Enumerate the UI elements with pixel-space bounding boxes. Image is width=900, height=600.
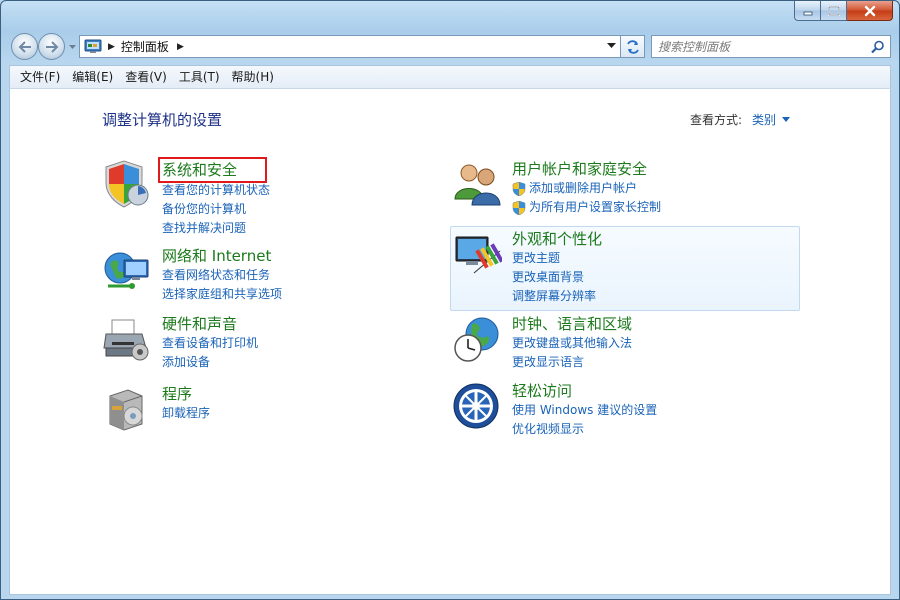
link-network-status[interactable]: 查看网络状态和任务 [162,266,442,285]
category-text: 程序 卸载程序 [162,384,442,423]
clock-globe-icon[interactable] [452,314,502,364]
breadcrumb-separator-icon[interactable]: ▶ [108,42,115,52]
chevron-down-icon [68,44,76,49]
link-change-theme[interactable]: 更改主题 [512,249,792,268]
arrow-right-icon [45,40,58,53]
menu-tools[interactable]: 工具(T) [173,66,226,88]
category-title-network[interactable]: 网络和 Internet [160,246,273,266]
link-desktop-background[interactable]: 更改桌面背景 [512,268,792,287]
link-add-device[interactable]: 添加设备 [162,353,442,372]
printer-icon[interactable] [102,314,152,364]
restore-icon [827,5,840,16]
minimize-icon [803,11,812,15]
close-icon [864,5,875,16]
menu-edit[interactable]: 编辑(E) [66,66,119,88]
link-label: 为所有用户设置家长控制 [529,200,662,214]
forward-button[interactable] [38,33,65,60]
menu-help[interactable]: 帮助(H) [226,66,280,88]
view-by-dropdown[interactable]: 类别 [752,111,776,128]
back-button[interactable] [11,33,38,60]
link-troubleshoot[interactable]: 查找并解决问题 [162,219,442,238]
link-display-language[interactable]: 更改显示语言 [512,353,792,372]
link-label: 添加或删除用户帐户 [529,181,638,195]
link-uninstall[interactable]: 卸载程序 [162,404,442,423]
shield-icon[interactable] [102,159,152,209]
link-add-remove-users[interactable]: 添加或删除用户帐户 [512,179,792,198]
view-by-label: 查看方式: [689,113,742,127]
menu-file[interactable]: 文件(F) [14,66,66,88]
breadcrumb-separator-icon[interactable]: ▶ [177,42,184,52]
link-view-status[interactable]: 查看您的计算机状态 [162,181,442,200]
category-title-users[interactable]: 用户帐户和家庭安全 [510,159,649,179]
menu-view[interactable]: 查看(V) [119,66,173,88]
ease-of-access-icon[interactable] [452,381,502,431]
search-icon[interactable] [871,40,885,54]
users-icon[interactable] [452,159,502,209]
close-button[interactable] [847,1,893,21]
link-devices-printers[interactable]: 查看设备和打印机 [162,334,442,353]
uac-shield-icon [512,200,526,215]
category-text: 硬件和声音 查看设备和打印机 添加设备 [162,314,442,372]
control-panel-icon [84,39,102,53]
breadcrumb-control-panel[interactable]: 控制面板 [121,38,169,55]
category-title-hardware[interactable]: 硬件和声音 [160,314,239,334]
category-text: 轻松访问 使用 Windows 建议的设置 优化视频显示 [512,381,792,439]
caption-buttons [794,1,893,21]
monitor-palette-icon[interactable] [452,229,502,279]
control-panel-window: ▶ 控制面板 ▶ 文件(F) 编辑(E) 查看(V) 工具(T) 帮助(H) 调… [0,0,900,600]
chevron-down-icon[interactable] [782,116,790,123]
category-text: 网络和 Internet 查看网络状态和任务 选择家庭组和共享选项 [162,246,442,304]
chevron-down-icon[interactable] [607,41,616,50]
category-title-ease-of-access[interactable]: 轻松访问 [510,381,574,401]
programs-box-icon[interactable] [102,384,152,434]
network-globe-icon[interactable] [102,246,152,296]
page-title: 调整计算机的设置 [102,111,223,129]
arrow-left-icon [18,40,31,53]
refresh-button[interactable] [621,35,645,58]
content-pane: 调整计算机的设置 查看方式: 类别 系统和安全 查看您的计算机状态 备份您的计算… [9,89,891,595]
category-title-system-security[interactable]: 系统和安全 [157,157,268,183]
refresh-icon [626,39,639,54]
search-box[interactable] [651,35,891,58]
view-by: 查看方式: 类别 [690,111,790,128]
link-backup[interactable]: 备份您的计算机 [162,200,442,219]
category-title-clock-language[interactable]: 时钟、语言和区域 [510,314,634,334]
uac-shield-icon [512,181,526,196]
link-change-keyboard[interactable]: 更改键盘或其他输入法 [512,334,792,353]
recent-pages-dropdown[interactable] [67,41,77,53]
category-title-programs[interactable]: 程序 [160,384,194,404]
category-text: 系统和安全 查看您的计算机状态 备份您的计算机 查找并解决问题 [157,157,442,238]
category-text: 时钟、语言和区域 更改键盘或其他输入法 更改显示语言 [512,314,792,372]
menu-bar: 文件(F) 编辑(E) 查看(V) 工具(T) 帮助(H) [9,65,891,89]
search-input[interactable] [658,39,858,54]
category-text: 外观和个性化 更改主题 更改桌面背景 调整屏幕分辨率 [512,229,792,306]
address-row: ▶ 控制面板 ▶ [9,33,891,61]
link-optimize-display[interactable]: 优化视频显示 [512,420,792,439]
maximize-button[interactable] [821,1,847,21]
link-parental-controls[interactable]: 为所有用户设置家长控制 [512,198,792,217]
link-homegroup[interactable]: 选择家庭组和共享选项 [162,285,442,304]
category-title-appearance[interactable]: 外观和个性化 [510,229,604,249]
address-bar[interactable]: ▶ 控制面板 ▶ [79,35,621,58]
category-text: 用户帐户和家庭安全 添加或删除用户帐户 为所有用户设置家长控制 [512,159,792,217]
link-screen-resolution[interactable]: 调整屏幕分辨率 [512,287,792,306]
link-windows-recommended[interactable]: 使用 Windows 建议的设置 [512,401,792,420]
minimize-button[interactable] [794,1,821,21]
